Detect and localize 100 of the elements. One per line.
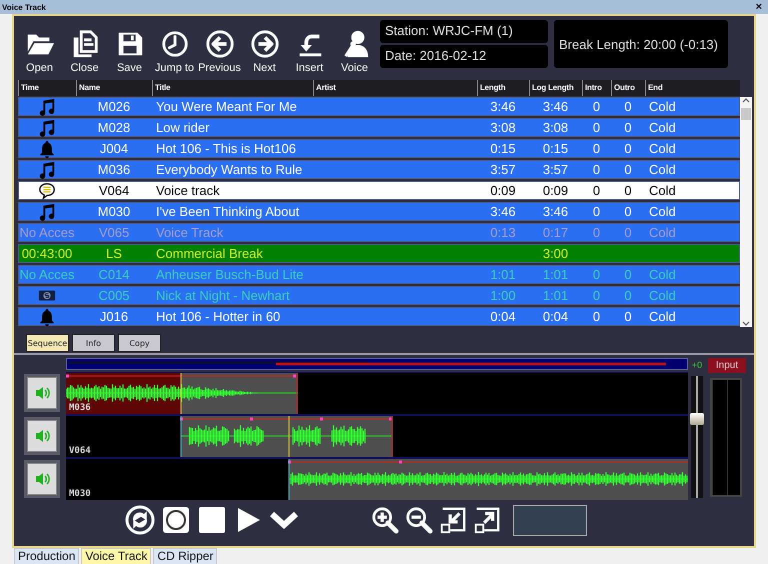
scrollbar[interactable] <box>740 97 752 327</box>
column-header[interactable]: Time <box>18 80 76 96</box>
clip-label: M036 <box>69 403 91 413</box>
music-note-icon <box>38 160 56 178</box>
table-cell-text: 0 <box>623 225 633 240</box>
tab[interactable]: CD Ripper <box>153 548 218 564</box>
table-cell-text: I've Been Thinking About <box>155 204 300 219</box>
toolbar-button[interactable]: Previous <box>198 18 241 74</box>
fader-thumb[interactable] <box>690 413 704 426</box>
station-label: Station: WRJC-FM (1) <box>380 20 548 43</box>
toolbar-button[interactable]: Voice <box>333 18 376 74</box>
scrollbar-thumb[interactable] <box>741 108 751 120</box>
toolbar-button[interactable]: Next <box>243 18 286 74</box>
table-cell-text: 0 <box>592 288 602 303</box>
table-cell-text: V064 <box>98 183 130 198</box>
record-icon[interactable] <box>161 505 191 535</box>
table-cell-text: 0:04 <box>542 309 570 324</box>
column-header[interactable]: End <box>645 80 740 96</box>
table-row[interactable]: J016 Hot 106 - Hotter in 60 0:04 0:04 0 0 Cold <box>18 307 740 326</box>
stop-icon[interactable] <box>197 505 227 535</box>
speaker-button[interactable] <box>24 460 60 498</box>
table-cell-text: 0 <box>623 120 633 135</box>
loop-icon[interactable] <box>125 505 155 535</box>
table-row[interactable]: M028 Low rider 3:08 3:08 0 0 Cold <box>18 118 740 137</box>
table-cell: No Acces <box>20 225 74 240</box>
music-note-icon <box>38 118 56 136</box>
table-cell-text: 0 <box>623 288 633 303</box>
column-header[interactable]: Outro <box>611 80 645 96</box>
expand-window-icon[interactable] <box>473 506 501 534</box>
table-row[interactable]: 00:43:00 LS Commercial Break 3:00 <box>18 244 740 263</box>
zoom-in-icon[interactable] <box>371 506 399 534</box>
column-header[interactable]: Length <box>477 80 529 96</box>
table-cell-text: LS <box>105 246 123 261</box>
speaker-icon <box>34 471 50 487</box>
table-cell-text: 0:15 <box>489 141 517 156</box>
table-cell-text: 3:46 <box>542 204 570 219</box>
table-cell-text: Cold <box>648 267 677 282</box>
table-cell-text: Voice Track <box>155 225 224 240</box>
table-cell-text: Cold <box>648 204 677 219</box>
table-cell-text: 0 <box>592 162 602 177</box>
toolbar-button[interactable]: Open <box>18 18 61 74</box>
table-cell-text: You Were Meant For Me <box>155 99 298 114</box>
table-cell-text: 3:46 <box>489 204 517 219</box>
fader-track[interactable] <box>691 376 703 498</box>
tab[interactable]: Info <box>72 334 115 352</box>
table-row[interactable]: V064 Voice track 0:09 0:09 0 0 Cold <box>18 181 740 200</box>
table-cell-text: 0 <box>592 225 602 240</box>
table-row[interactable]: M030 I've Been Thinking About 3:46 3:46 0 0 Cold <box>18 202 740 221</box>
scroll-down-icon[interactable] <box>742 321 750 327</box>
tab[interactable]: Voice Track <box>81 548 152 564</box>
table-cell-text: 1:01 <box>542 267 570 282</box>
speaker-button[interactable] <box>24 374 60 412</box>
table-cell-text: 0 <box>623 183 633 198</box>
table-cell-text: M030 <box>96 204 132 219</box>
table-cell-text: 0:15 <box>542 141 570 156</box>
table-cell-text: 3:57 <box>542 162 570 177</box>
table-cell-text: Cold <box>648 99 677 114</box>
column-header[interactable]: Log Length <box>529 80 582 96</box>
music-note-icon <box>38 202 56 220</box>
column-header[interactable]: Artist <box>313 80 477 96</box>
table-cell-text: Cold <box>648 309 677 324</box>
column-header[interactable]: Name <box>76 80 152 96</box>
scroll-up-icon[interactable] <box>742 97 750 103</box>
tab[interactable]: Copy <box>118 334 161 352</box>
toolbar-button[interactable]: Close <box>63 18 106 74</box>
toolbar-button[interactable]: Insert <box>288 18 331 74</box>
speaker-button[interactable] <box>24 417 60 455</box>
table-cell-text: 0:13 <box>489 225 517 240</box>
bell-icon <box>38 140 56 158</box>
input-button[interactable]: Input <box>708 358 746 373</box>
table-cell-text: 3:08 <box>489 120 517 135</box>
table-cell-text: 0 <box>623 204 633 219</box>
table-cell-text: 3:08 <box>542 120 570 135</box>
zoom-out-icon[interactable] <box>405 506 433 534</box>
table-row[interactable]: M026 You Were Meant For Me 3:46 3:46 0 0 Cold <box>18 97 740 116</box>
table-cell-text: 0 <box>623 99 633 114</box>
table-cell-text: 0 <box>623 141 633 156</box>
table-cell-text: 0:17 <box>542 225 570 240</box>
speech-bubble-icon <box>38 182 56 200</box>
table-cell-text: Cold <box>648 141 677 156</box>
table-cell: 00:43:00 <box>22 246 72 261</box>
speaker-icon <box>34 428 50 444</box>
column-header[interactable]: Title <box>152 80 313 96</box>
table-row[interactable]: M036 Everybody Wants to Rule 3:57 3:57 0 0 Cold <box>18 160 740 179</box>
table-cell-text: Cold <box>648 288 677 303</box>
date-label: Date: 2016-02-12 <box>380 45 548 68</box>
shrink-window-icon[interactable] <box>439 506 467 534</box>
toolbar-button[interactable]: Save <box>108 18 151 74</box>
table-cell-text: Cold <box>648 183 677 198</box>
toolbar-button[interactable]: Jump to <box>153 18 196 74</box>
tab[interactable]: Production <box>14 548 80 564</box>
table-cell-text: 1:01 <box>489 267 517 282</box>
close-button[interactable]: × <box>754 1 764 13</box>
table-cell-text: Anheuser Busch-Bud Lite <box>155 267 304 282</box>
table-cell-text: 0 <box>623 309 633 324</box>
table-cell-text: J016 <box>98 309 130 324</box>
column-header[interactable]: Intro <box>582 80 611 96</box>
tab[interactable]: Sequence <box>26 334 69 352</box>
table-cell-text: Commercial Break <box>155 246 264 261</box>
table-row[interactable]: J004 Hot 106 - This is Hot106 0:15 0:15 0 0 Cold <box>18 139 740 158</box>
